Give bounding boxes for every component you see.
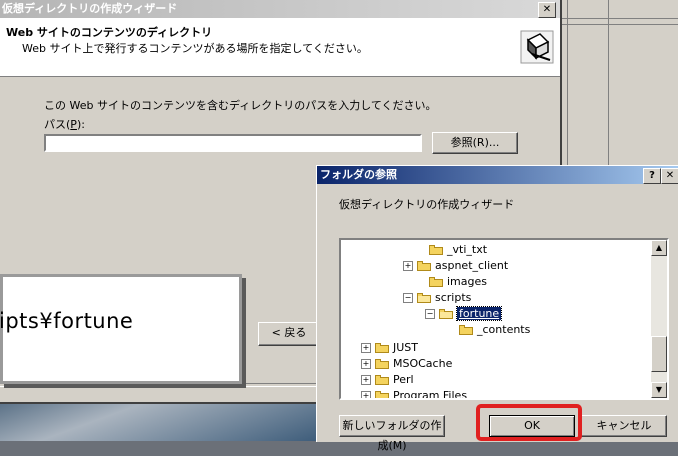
- wizard-header: Web サイトのコンテンツのディレクトリ Web サイト上で発行するコンテンツが…: [0, 18, 560, 77]
- tree-item[interactable]: + JUST: [361, 340, 418, 356]
- background-window-divider: [561, 18, 678, 19]
- folder-tree[interactable]: _vti_txt + aspnet_client images − scripts − for…: [339, 238, 669, 400]
- folder-open-icon: [439, 309, 453, 319]
- background-window-divider: [561, 24, 678, 25]
- wizard-book-icon: [520, 30, 554, 64]
- ok-button-highlight: [476, 404, 582, 441]
- cancel-button[interactable]: キャンセル: [581, 415, 667, 437]
- tree-item-label: fortune: [455, 306, 503, 321]
- folder-dialog-title: フォルダの参照: [320, 168, 397, 181]
- expand-icon[interactable]: +: [361, 375, 371, 385]
- path-instruction: この Web サイトのコンテンツを含むディレクトリのパスを入力してください。: [44, 99, 437, 112]
- tree-item-label: scripts: [435, 291, 472, 304]
- wizard-title: 仮想ディレクトリの作成ウィザード: [2, 2, 178, 15]
- folder-browse-dialog: フォルダの参照 ? ✕ 仮想ディレクトリの作成ウィザード _vti_txt + as…: [316, 165, 678, 452]
- scroll-down-arrow-icon[interactable]: ▼: [651, 382, 667, 398]
- folder-icon: [375, 375, 389, 385]
- folder-icon: [375, 391, 389, 398]
- tree-item[interactable]: − scripts: [403, 290, 471, 306]
- tree-item[interactable]: _vti_txt: [415, 242, 487, 258]
- expand-icon[interactable]: +: [403, 261, 413, 271]
- tree-item-label: Program Files: [393, 389, 468, 400]
- collapse-icon[interactable]: −: [425, 309, 435, 319]
- scroll-thumb[interactable]: [651, 336, 667, 372]
- tree-item[interactable]: _contents: [445, 322, 530, 338]
- new-folder-button[interactable]: 新しいフォルダの作成(M): [339, 415, 445, 452]
- folder-open-icon: [417, 293, 431, 303]
- tree-item[interactable]: − fortune: [425, 306, 503, 322]
- folder-icon: [429, 245, 443, 255]
- tree-item-label: aspnet_client: [435, 259, 509, 272]
- wizard-header-subtitle: Web サイト上で発行するコンテンツがある場所を指定してください。: [22, 42, 368, 55]
- help-button[interactable]: ?: [643, 168, 661, 184]
- tree-item-label: _vti_txt: [447, 243, 488, 256]
- expand-icon[interactable]: +: [361, 343, 371, 353]
- expand-icon[interactable]: +: [361, 359, 371, 369]
- tree-item-label: _contents: [477, 323, 531, 336]
- folder-icon: [375, 359, 389, 369]
- expand-icon[interactable]: +: [361, 391, 371, 398]
- tree-item[interactable]: + aspnet_client: [403, 258, 508, 274]
- path-label: パス(P):: [44, 118, 85, 131]
- path-input[interactable]: [44, 134, 422, 152]
- tree-item[interactable]: + MSOCache: [361, 356, 452, 372]
- folder-icon: [417, 261, 431, 271]
- scroll-up-arrow-icon[interactable]: ▲: [651, 240, 667, 256]
- browse-button[interactable]: 参照(R)...: [432, 132, 518, 154]
- tree-item-label: images: [447, 275, 487, 288]
- folder-dialog-close-button[interactable]: ✕: [661, 168, 678, 184]
- tree-item[interactable]: + Program Files: [361, 388, 468, 400]
- tree-scrollbar[interactable]: ▲ ▼: [651, 240, 667, 398]
- tree-item[interactable]: images: [415, 274, 487, 290]
- folder-icon: [459, 325, 473, 335]
- wizard-close-button[interactable]: ✕: [538, 2, 556, 18]
- tree-item-label: JUST: [393, 341, 418, 354]
- callout-path-text: ipts¥fortune: [0, 309, 134, 333]
- wizard-header-title: Web サイトのコンテンツのディレクトリ: [6, 26, 213, 39]
- back-button[interactable]: < 戻る: [258, 322, 320, 346]
- wizard-titlebar[interactable]: 仮想ディレクトリの作成ウィザード ✕: [0, 0, 560, 18]
- tree-item-label: Perl: [393, 373, 414, 386]
- zoom-callout: ipts¥fortune: [0, 274, 242, 384]
- tree-item[interactable]: + Perl: [361, 372, 414, 388]
- folder-dialog-titlebar[interactable]: フォルダの参照 ? ✕: [317, 166, 678, 184]
- folder-dialog-subtitle: 仮想ディレクトリの作成ウィザード: [339, 198, 515, 211]
- collapse-icon[interactable]: −: [403, 293, 413, 303]
- folder-icon: [375, 343, 389, 353]
- tree-item-label: MSOCache: [393, 357, 453, 370]
- folder-icon: [429, 277, 443, 287]
